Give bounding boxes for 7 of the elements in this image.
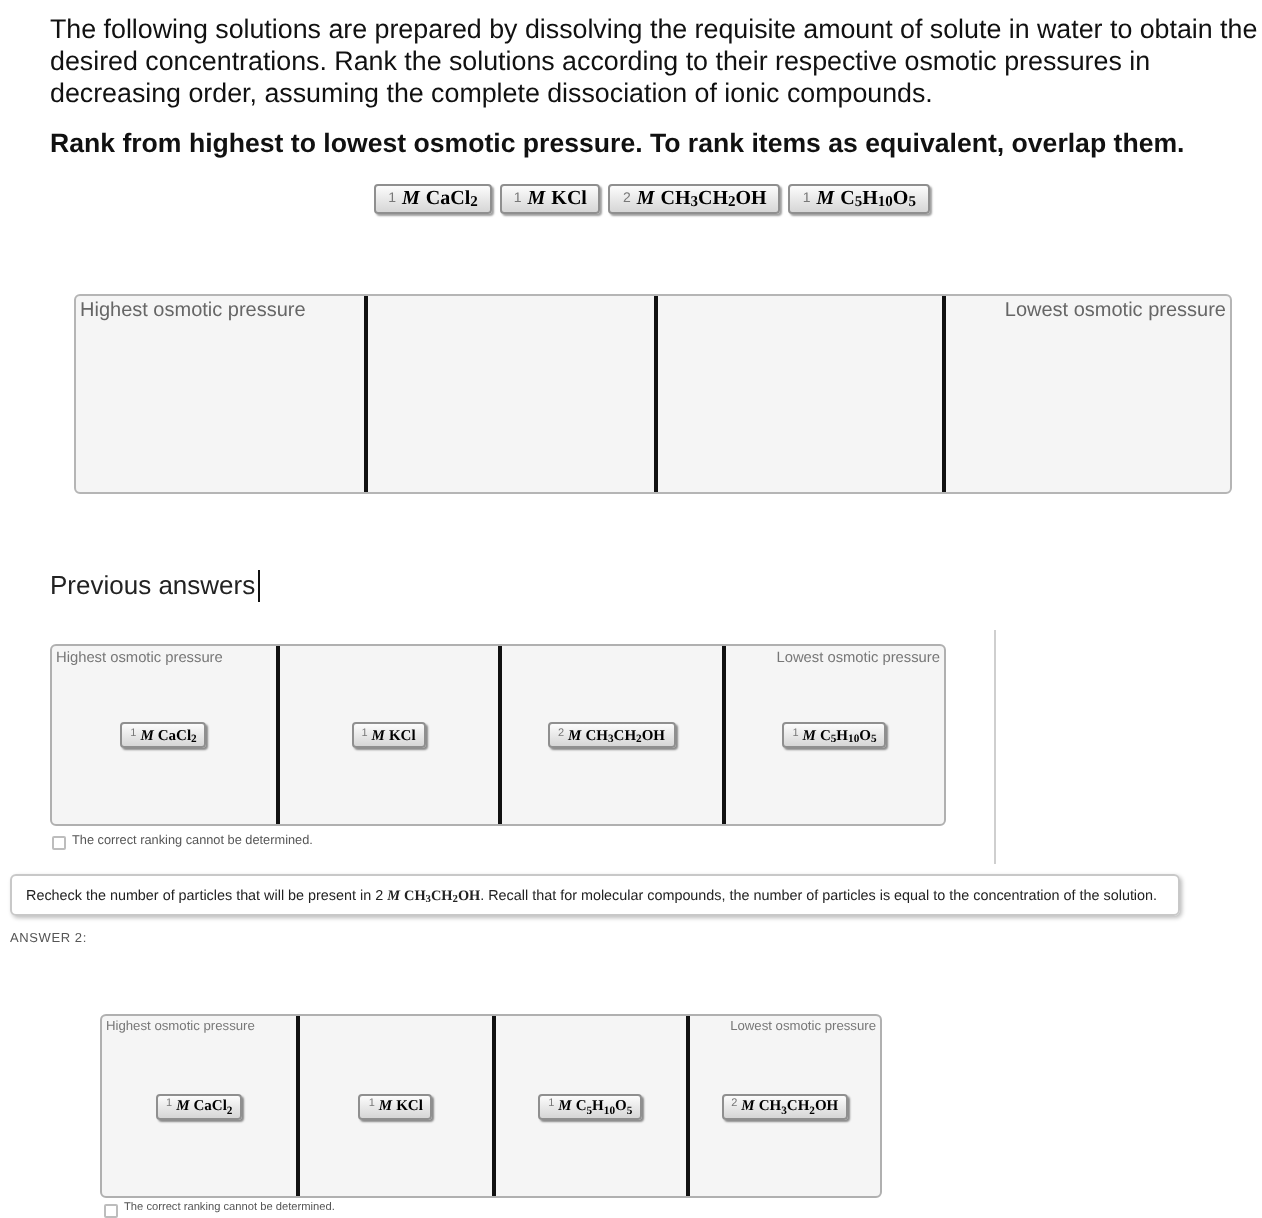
section-title: Previous answers [50, 570, 256, 602]
instruction-text: Rank from highest to lowest osmotic pressure. To rank items as equivalent, overlap them. [50, 128, 1185, 160]
rank-end-label: Highest osmotic pressure [78, 298, 308, 322]
checkbox[interactable] [104, 1203, 118, 1217]
rank-end-label: Lowest osmotic pressure [1002, 298, 1228, 322]
checkbox[interactable] [52, 835, 66, 849]
question-text: The following solutions are prepared by dissolving the requisite amount of solute in water to obtain the desired concentrations. Rank the solutions according to their respective osmotic pressures in decreasing order, assuming the complete dissociation of ionic compounds. [50, 14, 1260, 110]
